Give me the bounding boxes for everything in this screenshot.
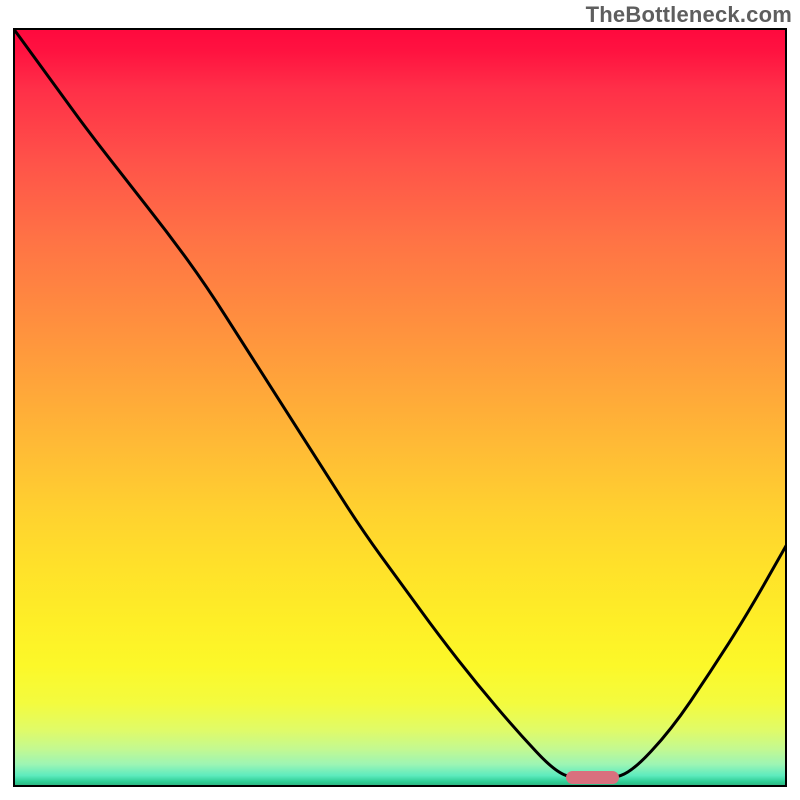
curve-path bbox=[13, 28, 787, 779]
highlight-pill bbox=[566, 771, 619, 784]
plot-area bbox=[13, 28, 787, 787]
chart-canvas: TheBottleneck.com bbox=[0, 0, 800, 800]
bottleneck-curve bbox=[13, 28, 787, 787]
watermark-text: TheBottleneck.com bbox=[586, 2, 792, 28]
